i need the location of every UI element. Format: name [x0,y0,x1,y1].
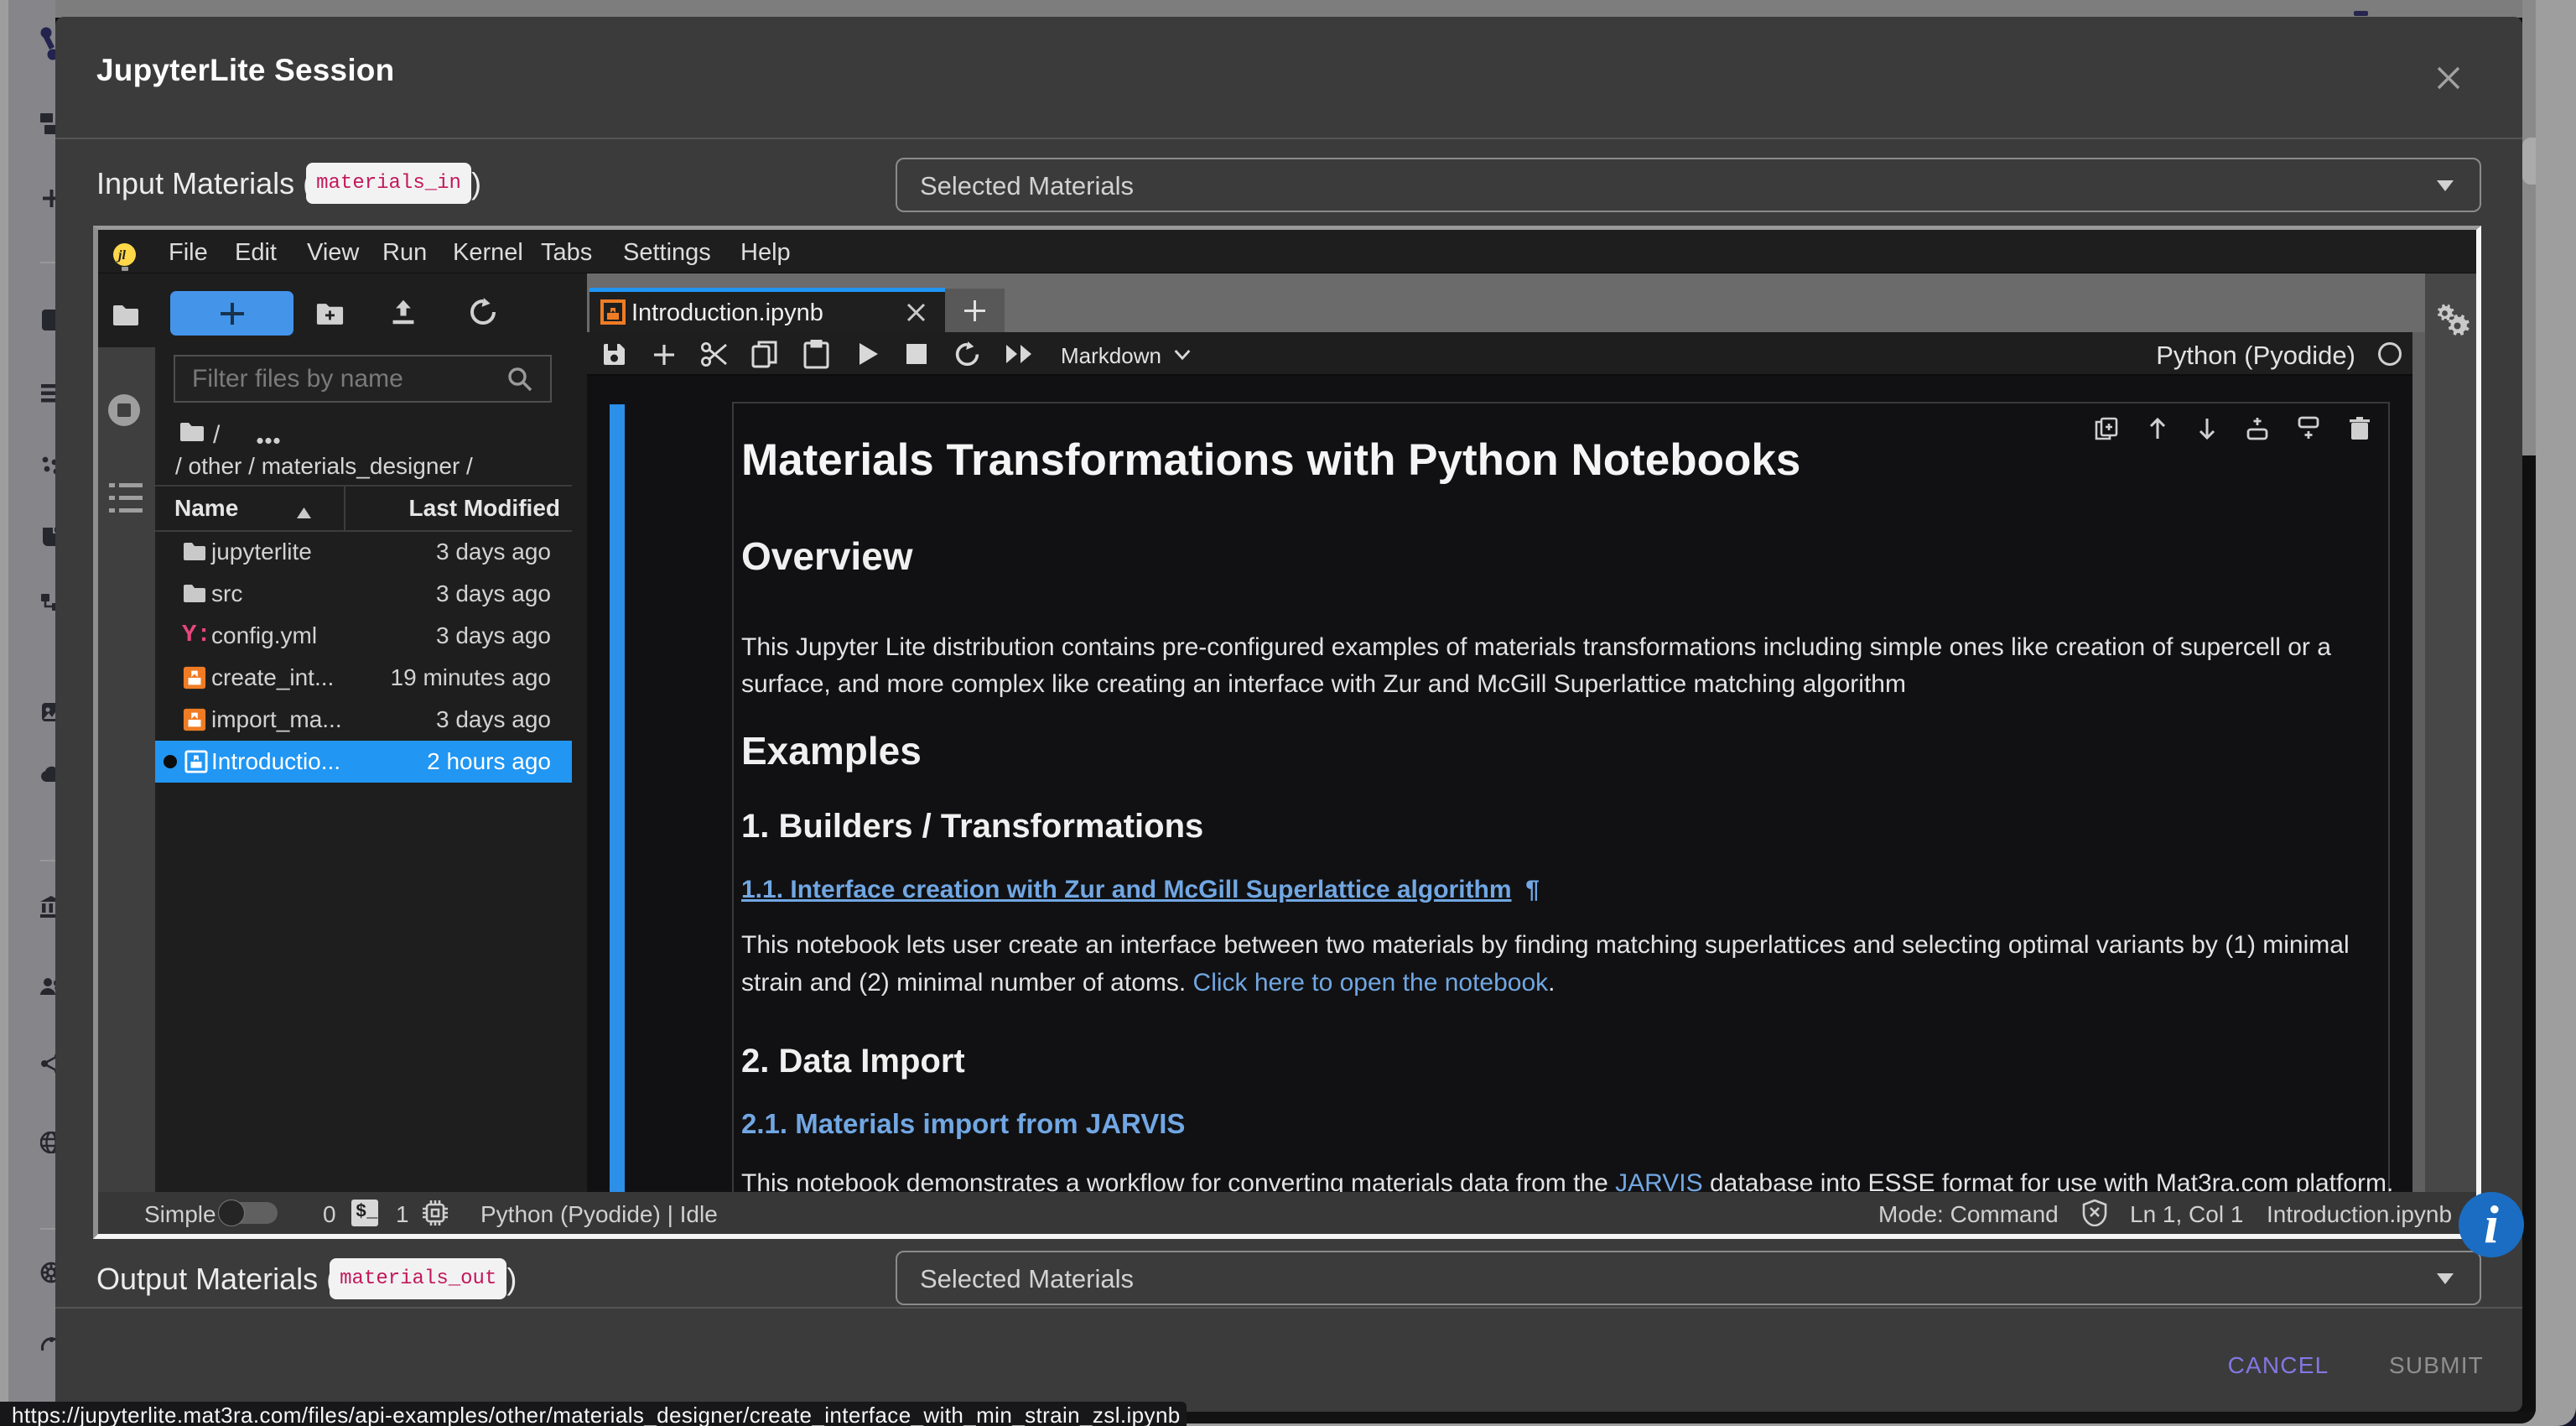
svg-text:jl: jl [116,248,126,263]
